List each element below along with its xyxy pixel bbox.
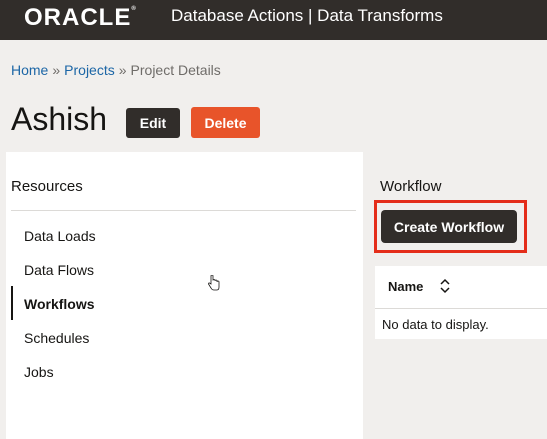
resources-divider xyxy=(11,210,356,211)
sort-icon[interactable] xyxy=(439,278,451,294)
top-header-bar: ORACLE® Database Actions | Data Transfor… xyxy=(0,0,547,40)
resources-panel: Resources Data Loads Data Flows Workflow… xyxy=(6,152,363,439)
breadcrumb-projects-link[interactable]: Projects xyxy=(64,62,115,78)
nav-item-jobs[interactable]: Jobs xyxy=(24,364,54,380)
empty-table-message: No data to display. xyxy=(382,317,489,332)
oracle-logo[interactable]: ORACLE® xyxy=(24,4,137,32)
workflow-table: Name No data to display. xyxy=(375,266,547,339)
column-header-name[interactable]: Name xyxy=(388,279,423,294)
breadcrumb-separator: » xyxy=(118,62,127,78)
edit-button[interactable]: Edit xyxy=(126,108,180,138)
nav-item-schedules[interactable]: Schedules xyxy=(24,330,89,346)
app-title: Database Actions | Data Transforms xyxy=(171,6,443,25)
active-nav-indicator xyxy=(11,286,13,320)
nav-item-data-loads[interactable]: Data Loads xyxy=(24,228,96,244)
nav-item-data-flows[interactable]: Data Flows xyxy=(24,262,94,278)
create-workflow-button[interactable]: Create Workflow xyxy=(381,210,517,243)
nav-item-workflows[interactable]: Workflows xyxy=(24,296,95,312)
delete-button[interactable]: Delete xyxy=(191,107,260,138)
registered-mark: ® xyxy=(131,6,137,12)
breadcrumb-separator: » xyxy=(52,62,61,78)
resources-heading: Resources xyxy=(11,178,83,195)
project-title: Ashish xyxy=(11,101,108,137)
oracle-logo-text: ORACLE xyxy=(24,4,132,31)
workflow-heading: Workflow xyxy=(380,178,442,195)
breadcrumb: Home» Projects» Project Details xyxy=(11,62,221,78)
table-divider xyxy=(375,308,547,309)
hand-pointer-cursor-icon xyxy=(208,275,220,291)
breadcrumb-current: Project Details xyxy=(130,62,221,78)
breadcrumb-home-link[interactable]: Home xyxy=(11,62,48,78)
